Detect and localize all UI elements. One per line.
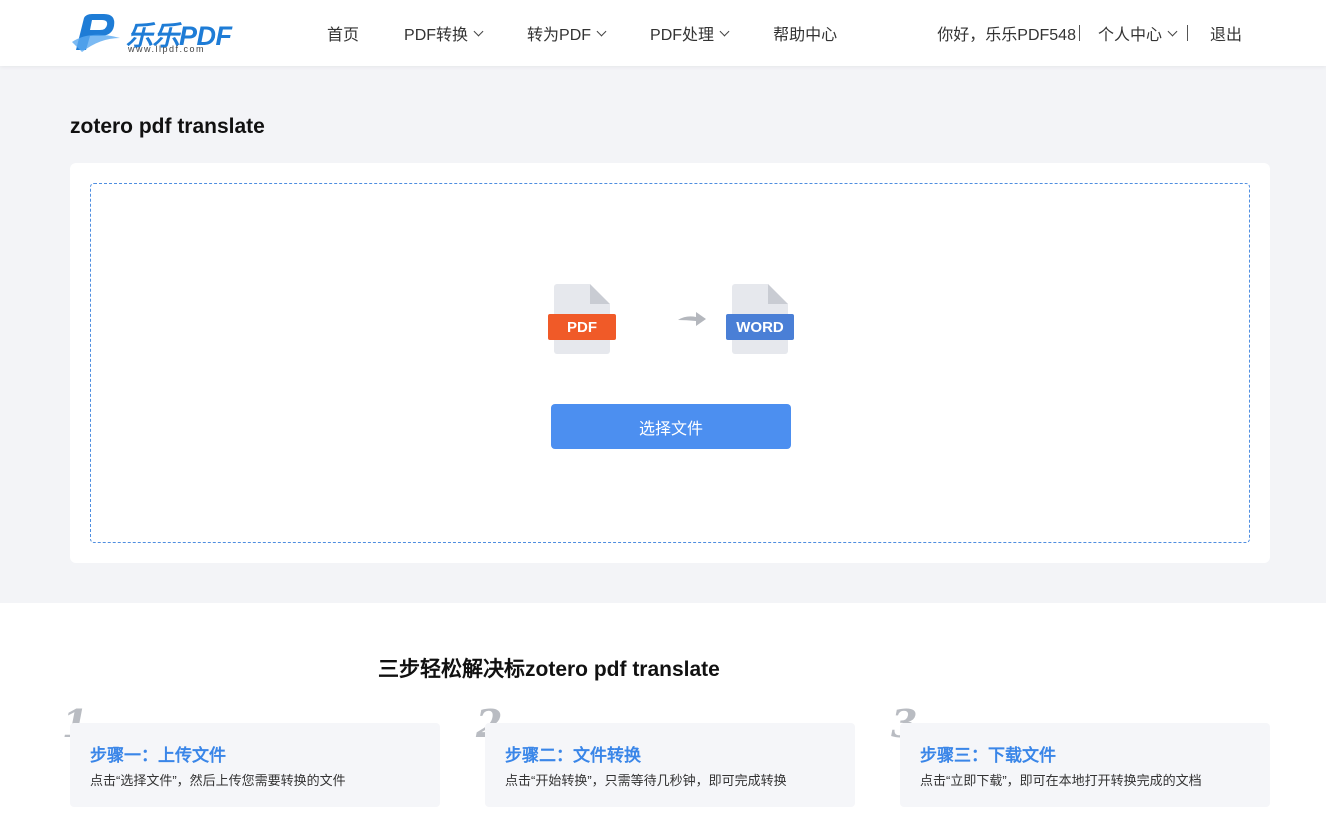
step-card: 步骤一：上传文件 点击“选择文件”，然后上传您需要转换的文件 xyxy=(70,723,440,807)
steps-section: 三步轻松解决标zotero pdf translate 1 步骤一：上传文件 点… xyxy=(0,603,1326,833)
arrow-right-icon xyxy=(678,312,706,326)
nav-pdf-process[interactable]: PDF处理 xyxy=(650,21,730,45)
user-area: 你好，乐乐PDF548 个人中心 退出 xyxy=(937,0,1242,66)
nav-help[interactable]: 帮助中心 xyxy=(773,21,837,45)
word-label: WORD xyxy=(726,314,794,340)
word-file-icon: WORD xyxy=(726,284,794,356)
nav-help-label: 帮助中心 xyxy=(773,27,838,44)
step-card: 步骤二：文件转换 点击“开始转换”，只需等待几秒钟，即可完成转换 xyxy=(485,723,855,807)
file-fold xyxy=(768,284,788,304)
logo-mark-icon xyxy=(72,14,120,52)
user-greeting: 你好，乐乐PDF548 xyxy=(937,27,1076,44)
nav-pdf-convert-label: PDF转换 xyxy=(404,27,469,44)
main-nav: 首页 PDF转换 转为PDF PDF处理 帮助中心 xyxy=(327,0,882,66)
step-title: 步骤一：上传文件 xyxy=(90,746,226,765)
step-desc: 点击“开始转换”，只需等待几秒钟，即可完成转换 xyxy=(505,773,787,788)
logo-url: www.llpdf.com xyxy=(128,44,206,54)
nav-to-pdf[interactable]: 转为PDF xyxy=(527,21,607,45)
nav-home-label: 首页 xyxy=(327,27,360,44)
pdf-file-icon: PDF xyxy=(548,284,616,356)
divider xyxy=(1186,25,1188,41)
divider xyxy=(1078,25,1080,41)
upload-card: PDF WORD 选择文件 xyxy=(70,163,1270,563)
chevron-down-icon xyxy=(1167,26,1178,36)
select-file-button[interactable]: 选择文件 xyxy=(551,404,791,449)
logo[interactable]: 乐乐PDF www.llpdf.com xyxy=(70,12,232,56)
step-card: 步骤三：下载文件 点击“立即下载”，即可在本地打开转换完成的文档 xyxy=(900,723,1270,807)
chevron-down-icon xyxy=(473,26,484,36)
step-title: 步骤二：文件转换 xyxy=(505,746,641,765)
top-header: 乐乐PDF www.llpdf.com 首页 PDF转换 转为PDF PDF处理… xyxy=(0,0,1326,66)
chevron-down-icon xyxy=(719,26,730,36)
logout-link[interactable]: 退出 xyxy=(1210,21,1242,45)
nav-pdf-convert[interactable]: PDF转换 xyxy=(404,21,484,45)
step-title: 步骤三：下载文件 xyxy=(920,746,1056,765)
chevron-down-icon xyxy=(596,26,607,36)
upload-dropzone[interactable]: PDF WORD 选择文件 xyxy=(90,183,1250,543)
pdf-label: PDF xyxy=(548,314,616,340)
nav-to-pdf-label: 转为PDF xyxy=(527,27,592,44)
nav-pdf-process-label: PDF处理 xyxy=(650,27,715,44)
page-title: zotero pdf translate xyxy=(70,115,265,138)
file-fold xyxy=(590,284,610,304)
user-center-menu[interactable]: 个人中心 xyxy=(1097,21,1178,45)
steps-title: 三步轻松解决标zotero pdf translate xyxy=(378,658,720,681)
user-center-label: 个人中心 xyxy=(1097,27,1162,44)
step-desc: 点击“选择文件”，然后上传您需要转换的文件 xyxy=(90,773,346,788)
nav-home[interactable]: 首页 xyxy=(327,21,359,45)
step-desc: 点击“立即下载”，即可在本地打开转换完成的文档 xyxy=(920,773,1202,788)
